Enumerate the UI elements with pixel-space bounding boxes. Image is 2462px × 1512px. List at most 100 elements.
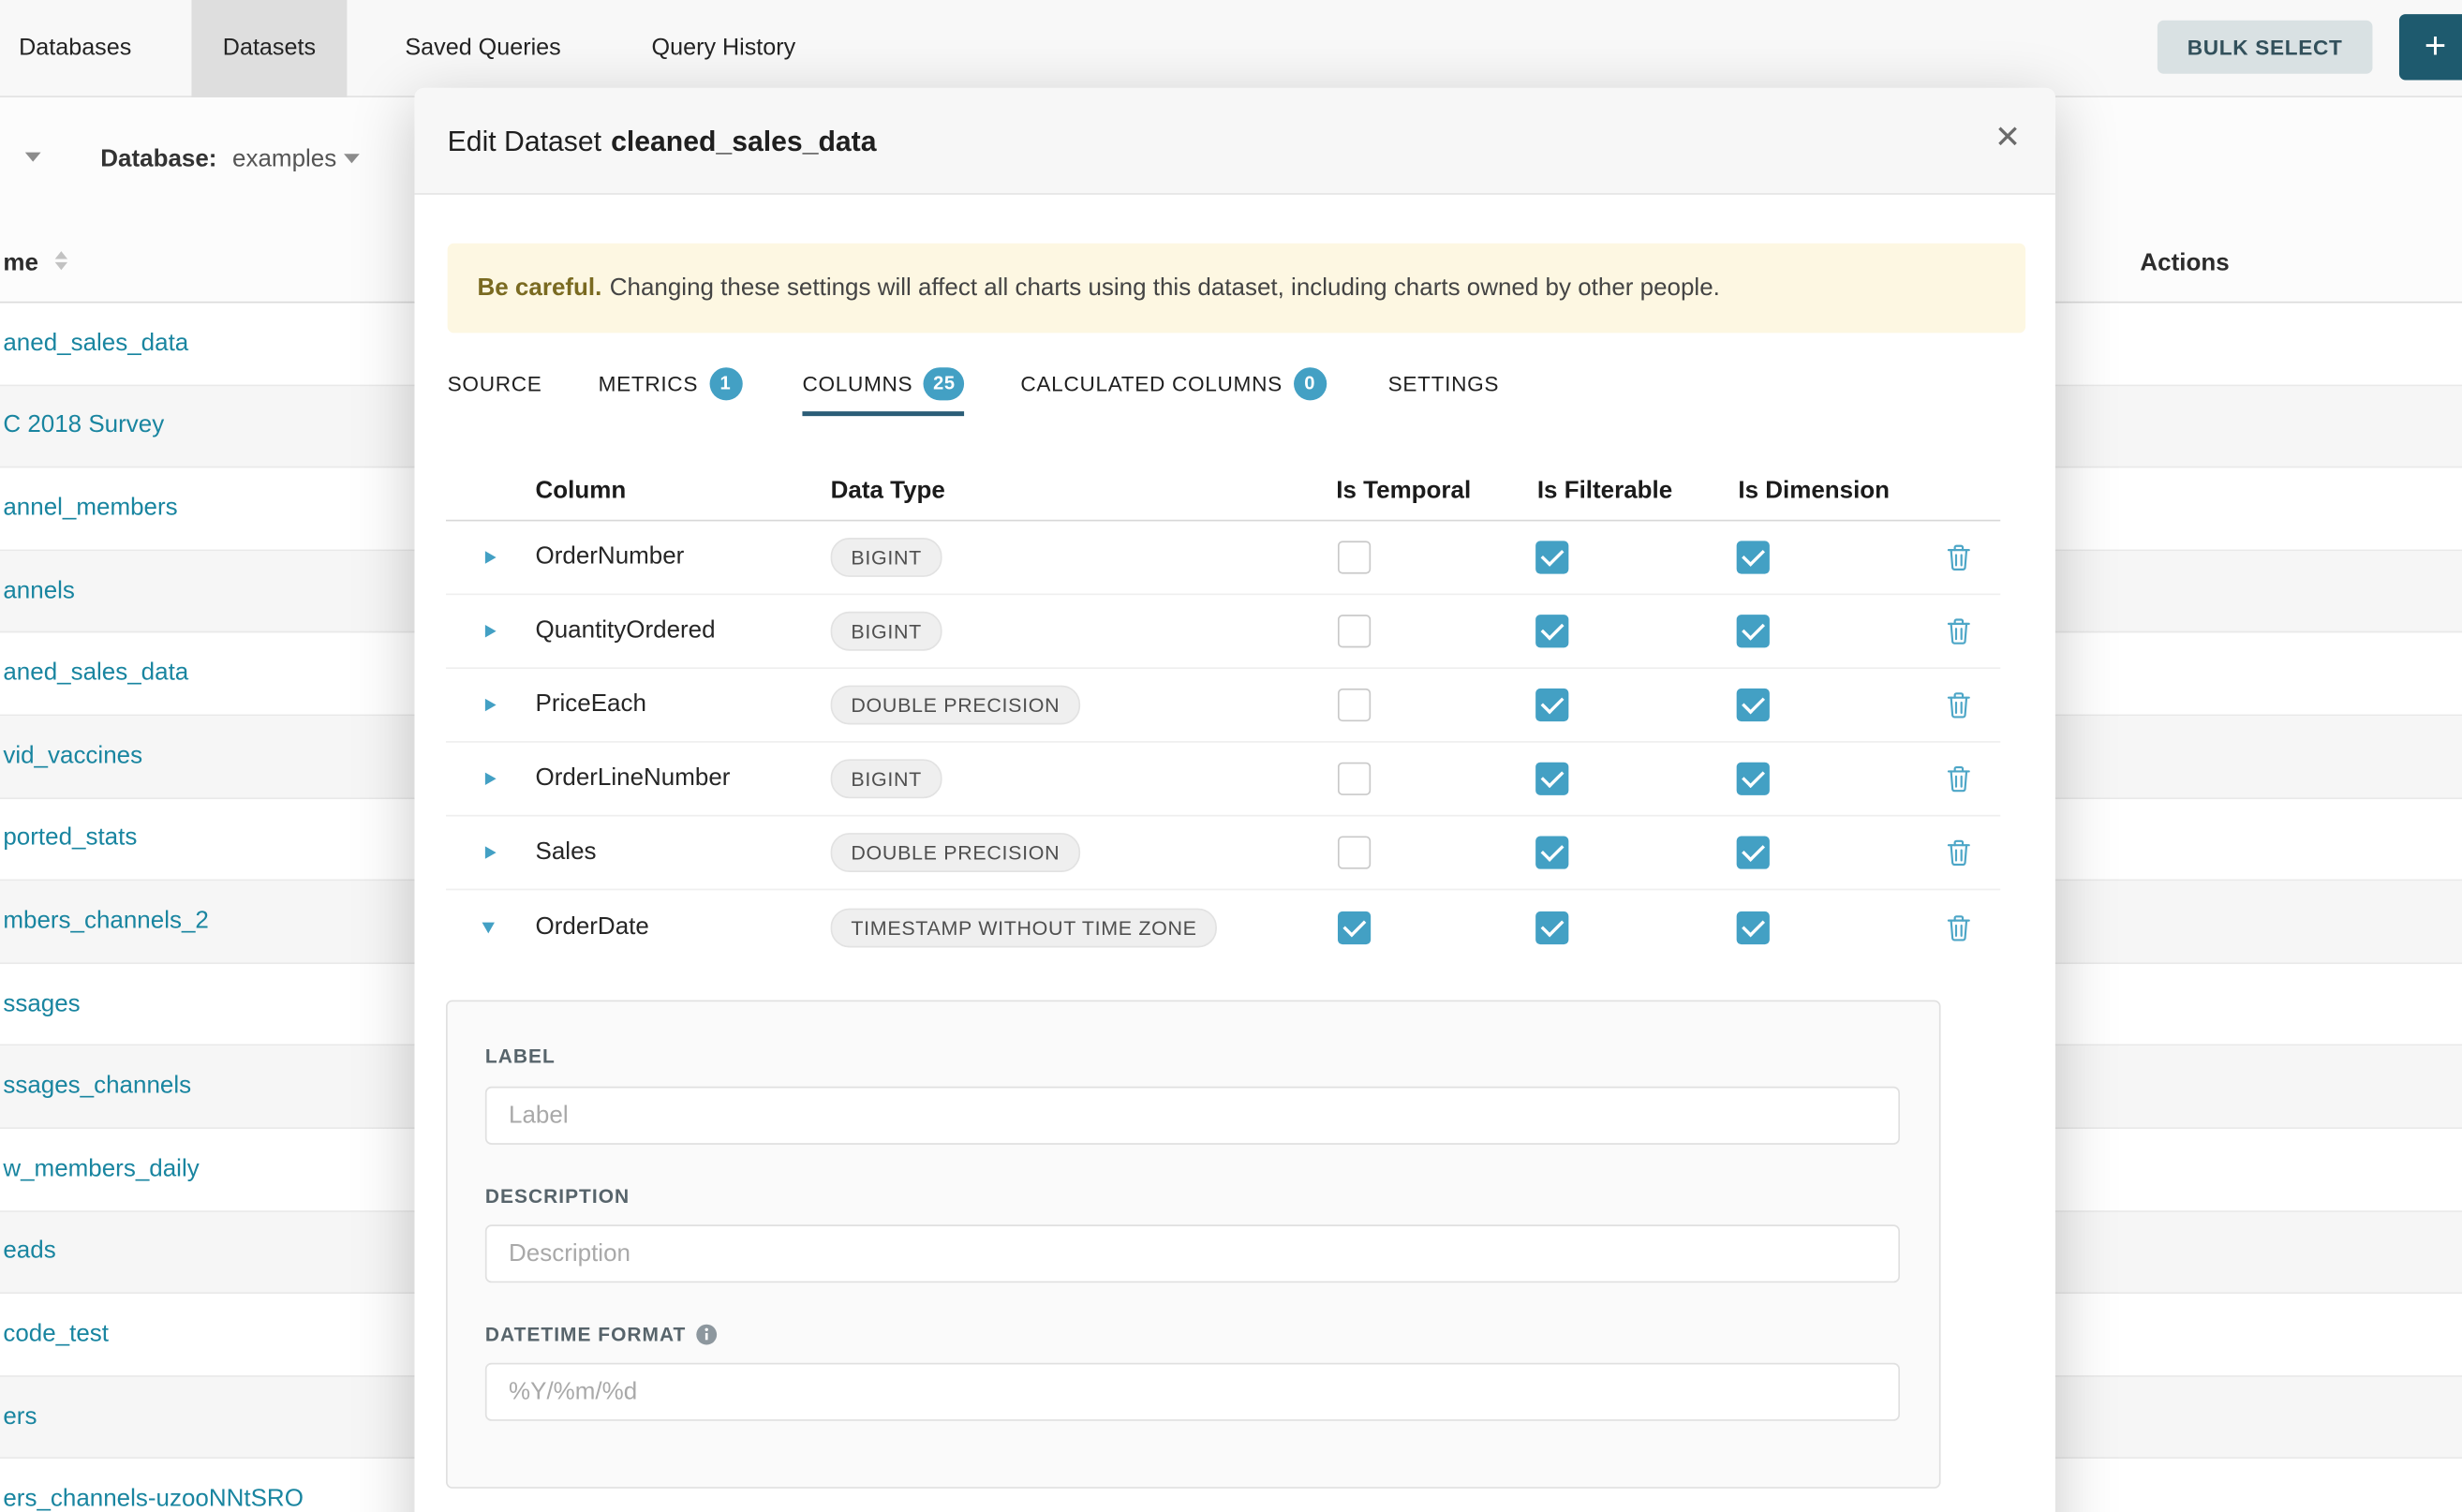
tab-label: METRICS xyxy=(599,371,699,394)
close-icon[interactable]: ✕ xyxy=(1995,123,2021,155)
is-filterable-checkbox[interactable] xyxy=(1535,911,1568,943)
delete-column-icon[interactable] xyxy=(1947,618,1970,645)
is-filterable-checkbox[interactable] xyxy=(1535,615,1568,647)
sort-icon[interactable] xyxy=(55,251,67,270)
nav-item-datasets[interactable]: Datasets xyxy=(191,0,347,97)
column-header-actions: Actions xyxy=(2140,249,2229,277)
plus-icon: + xyxy=(2425,25,2446,69)
nav-item-databases[interactable]: Databases xyxy=(19,0,131,97)
dataset-link[interactable]: annels xyxy=(3,577,75,605)
dataset-link[interactable]: ported_stats xyxy=(3,825,137,853)
tab-calculated-columns[interactable]: CALCULATED COLUMNS 0 xyxy=(1020,355,1326,411)
nav-item-saved-queries[interactable]: Saved Queries xyxy=(405,0,560,97)
header-is-temporal: Is Temporal xyxy=(1336,478,1471,506)
data-type-pill: TIMESTAMP WITHOUT TIME ZONE xyxy=(831,908,1218,947)
column-detail-panel: LABEL DESCRIPTION DATETIME FORMAT xyxy=(446,1001,1941,1489)
is-temporal-checkbox[interactable] xyxy=(1338,689,1371,721)
delete-column-icon[interactable] xyxy=(1947,691,1970,718)
tab-settings[interactable]: SETTINGS xyxy=(1388,355,1500,411)
delete-column-icon[interactable] xyxy=(1947,765,1970,792)
modal-title-prefix: Edit Dataset xyxy=(448,125,601,157)
column-name: OrderDate xyxy=(536,913,649,941)
expand-caret-icon[interactable] xyxy=(485,699,497,711)
tab-label: SOURCE xyxy=(448,371,542,394)
data-type-pill: DOUBLE PRECISION xyxy=(831,686,1080,725)
is-filterable-checkbox[interactable] xyxy=(1535,541,1568,573)
app-viewport: Databases Datasets Saved Queries Query H… xyxy=(0,0,2462,1512)
is-temporal-checkbox[interactable] xyxy=(1338,615,1371,647)
delete-column-icon[interactable] xyxy=(1947,544,1970,571)
dataset-link[interactable]: C 2018 Survey xyxy=(3,412,164,440)
database-filter-value[interactable]: examples xyxy=(232,146,336,174)
dataset-link[interactable]: vid_vaccines xyxy=(3,742,142,770)
description-field-label: DESCRIPTION xyxy=(485,1185,630,1207)
dataset-link[interactable]: code_test xyxy=(3,1320,109,1348)
dataset-link[interactable]: mbers_channels_2 xyxy=(3,908,209,936)
column-row: QuantityOrdered BIGINT xyxy=(446,595,2000,669)
chevron-down-icon[interactable] xyxy=(344,154,360,163)
dataset-link[interactable]: annel_members xyxy=(3,495,177,523)
is-dimension-checkbox[interactable] xyxy=(1737,763,1770,795)
column-row: PriceEach DOUBLE PRECISION xyxy=(446,669,2000,743)
modal-header: Edit Dataset cleaned_sales_data ✕ xyxy=(414,88,2054,195)
tab-source[interactable]: SOURCE xyxy=(448,355,542,411)
tab-columns[interactable]: COLUMNS 25 xyxy=(802,355,964,411)
delete-column-icon[interactable] xyxy=(1947,839,1970,866)
is-temporal-checkbox[interactable] xyxy=(1338,541,1371,573)
is-dimension-checkbox[interactable] xyxy=(1737,911,1770,943)
is-filterable-checkbox[interactable] xyxy=(1535,689,1568,721)
expand-caret-icon[interactable] xyxy=(485,551,497,563)
is-temporal-checkbox[interactable] xyxy=(1338,911,1371,943)
datetime-format-field-label: DATETIME FORMAT xyxy=(485,1324,718,1345)
is-filterable-checkbox[interactable] xyxy=(1535,763,1568,795)
database-filter-label: Database: xyxy=(100,146,216,174)
column-header-name[interactable]: me xyxy=(3,249,38,277)
dataset-link[interactable]: eads xyxy=(3,1238,55,1266)
datetime-format-field[interactable] xyxy=(485,1363,1900,1421)
tab-label: CALCULATED COLUMNS xyxy=(1020,371,1282,394)
label-field[interactable] xyxy=(485,1087,1900,1145)
is-filterable-checkbox[interactable] xyxy=(1535,836,1568,868)
modal-tabs: SOURCE METRICS1 COLUMNS 25 CALCULATED COL… xyxy=(414,355,2054,411)
is-dimension-checkbox[interactable] xyxy=(1737,615,1770,647)
dataset-link[interactable]: ers_channels-uzooNNtSRO xyxy=(3,1486,304,1512)
dataset-link[interactable]: aned_sales_data xyxy=(3,330,188,358)
add-dataset-button[interactable]: + xyxy=(2399,14,2462,80)
is-temporal-checkbox[interactable] xyxy=(1338,763,1371,795)
is-temporal-checkbox[interactable] xyxy=(1338,836,1371,868)
column-row: OrderLineNumber BIGINT xyxy=(446,743,2000,817)
collapse-caret-icon[interactable] xyxy=(482,922,495,933)
data-type-pill: BIGINT xyxy=(831,538,942,577)
dataset-link[interactable]: ssages_channels xyxy=(3,1073,191,1101)
data-type-pill: BIGINT xyxy=(831,759,942,798)
chevron-down-icon[interactable] xyxy=(25,153,41,162)
dataset-link[interactable]: w_members_daily xyxy=(3,1155,199,1183)
header-data-type: Data Type xyxy=(831,478,945,506)
delete-column-icon[interactable] xyxy=(1947,913,1970,940)
column-name: OrderLineNumber xyxy=(536,764,731,793)
tab-count-badge: 25 xyxy=(924,366,965,399)
is-dimension-checkbox[interactable] xyxy=(1737,541,1770,573)
warning-banner-bold: Be careful. xyxy=(478,274,602,302)
description-field[interactable] xyxy=(485,1224,1900,1282)
nav-item-query-history[interactable]: Query History xyxy=(652,0,796,97)
modal-title-dataset-name: cleaned_sales_data xyxy=(611,125,876,157)
info-icon[interactable] xyxy=(695,1324,717,1345)
active-tab-underline xyxy=(802,411,964,416)
columns-table-header: Column Data Type Is Temporal Is Filterab… xyxy=(446,463,2000,521)
tab-label: COLUMNS xyxy=(802,371,912,394)
columns-table: Column Data Type Is Temporal Is Filterab… xyxy=(446,463,2000,964)
dataset-link[interactable]: ssages xyxy=(3,990,80,1018)
expand-caret-icon[interactable] xyxy=(485,846,497,858)
tab-metrics[interactable]: METRICS1 xyxy=(599,355,742,411)
tab-count-badge: 0 xyxy=(1294,366,1327,399)
is-dimension-checkbox[interactable] xyxy=(1737,836,1770,868)
dataset-link[interactable]: aned_sales_data xyxy=(3,660,188,688)
column-name: Sales xyxy=(536,838,597,867)
expand-caret-icon[interactable] xyxy=(485,773,497,785)
expand-caret-icon[interactable] xyxy=(485,625,497,637)
is-dimension-checkbox[interactable] xyxy=(1737,689,1770,721)
dataset-link[interactable]: ers xyxy=(3,1403,37,1431)
bulk-select-button[interactable]: BULK SELECT xyxy=(2158,21,2373,74)
column-name: OrderNumber xyxy=(536,543,685,571)
